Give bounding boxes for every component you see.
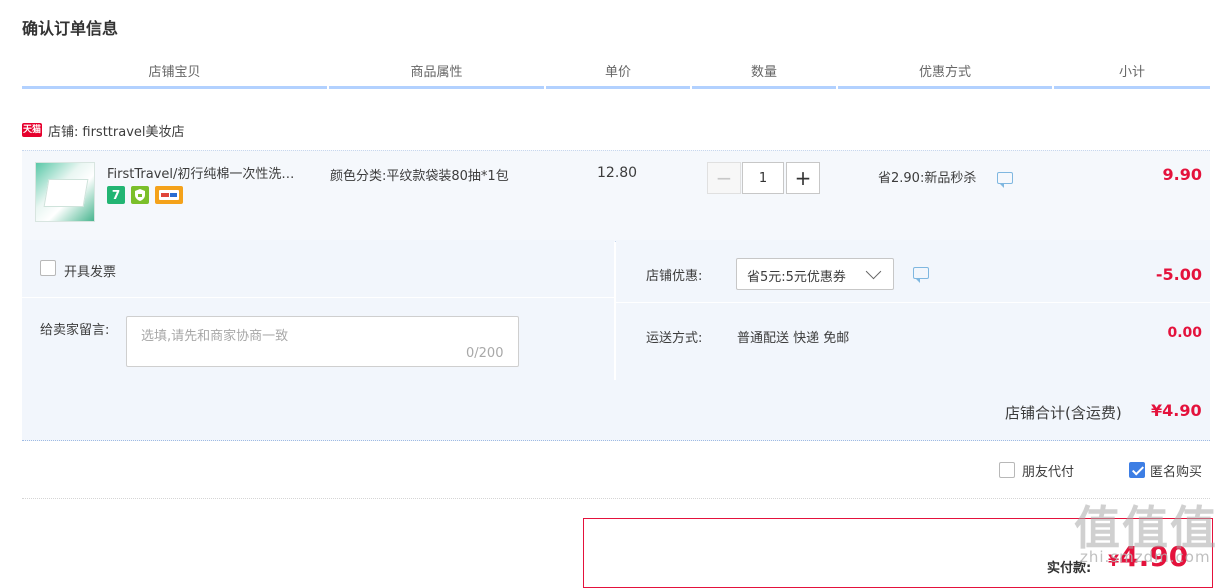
shop-row: 天猫 店铺: firsttravel美妆店 bbox=[22, 120, 185, 140]
item-unit-price: 12.80 bbox=[597, 165, 638, 181]
order-summary-panel bbox=[616, 240, 1210, 380]
invoice-checkbox[interactable] bbox=[40, 260, 56, 276]
product-thumbnail[interactable] bbox=[35, 162, 95, 222]
item-title-link[interactable]: FirstTravel/初行纯棉一次性洗… bbox=[107, 163, 294, 182]
quantity-increase-button[interactable]: + bbox=[786, 162, 820, 194]
column-header-discount: 优惠方式 bbox=[838, 64, 1052, 89]
message-char-count: 0/200 bbox=[466, 346, 504, 361]
shop-discount-amount: -5.00 bbox=[1155, 265, 1202, 284]
item-sku: 颜色分类:平纹款袋装80抽*1包 bbox=[330, 169, 509, 184]
watermark-url: zhi.smzdm.com bbox=[1080, 548, 1211, 566]
column-header-attributes: 商品属性 bbox=[329, 64, 544, 89]
item-subtotal: 9.90 bbox=[1162, 165, 1202, 184]
divider bbox=[616, 302, 1210, 303]
shop-total-label: 店铺合计(含运费) bbox=[1005, 404, 1122, 422]
friend-pay-checkbox[interactable] bbox=[999, 462, 1015, 478]
item-promotion: 省2.90:新品秒杀 bbox=[878, 171, 977, 186]
anonymous-label: 匿名购买 bbox=[1150, 464, 1203, 480]
coupon-chat-icon[interactable] bbox=[913, 267, 929, 283]
column-header-price: 单价 bbox=[546, 64, 690, 89]
column-header-subtotal: 小计 bbox=[1054, 64, 1210, 89]
quantity-input[interactable] bbox=[742, 162, 784, 194]
shop-discount-label: 店铺优惠: bbox=[646, 269, 703, 284]
shipping-fee: 0.00 bbox=[1167, 325, 1202, 341]
shipping-label: 运送方式: bbox=[646, 331, 703, 346]
guarantee-shield-icon bbox=[131, 186, 149, 204]
credit-card-icon bbox=[155, 186, 183, 204]
divider bbox=[22, 297, 614, 298]
column-header-quantity: 数量 bbox=[692, 64, 836, 89]
seven-day-return-icon: 7 bbox=[107, 186, 125, 204]
anonymous-option[interactable]: 匿名购买 bbox=[1129, 460, 1202, 480]
invoice-label: 开具发票 bbox=[64, 265, 117, 280]
page-title: 确认订单信息 bbox=[22, 19, 119, 38]
friend-pay-option[interactable]: 朋友代付 bbox=[999, 460, 1074, 480]
shipping-method: 普通配送 快递 免邮 bbox=[737, 331, 850, 346]
seller-message-placeholder: 选填,请先和商家协商一致 bbox=[141, 329, 289, 344]
shop-total-value: ¥4.90 bbox=[1151, 401, 1202, 420]
tmall-icon: 天猫 bbox=[22, 123, 42, 137]
promotion-chat-icon[interactable] bbox=[997, 172, 1013, 188]
column-header-shop-item: 店铺宝贝 bbox=[22, 64, 327, 89]
anonymous-checkbox[interactable] bbox=[1129, 462, 1145, 478]
quantity-decrease-button[interactable]: − bbox=[707, 162, 741, 194]
message-label: 给卖家留言: bbox=[40, 323, 110, 338]
shop-name[interactable]: firsttravel美妆店 bbox=[82, 121, 184, 140]
coupon-selected-value: 省5元:5元优惠券 bbox=[747, 270, 846, 285]
friend-pay-label: 朋友代付 bbox=[1022, 464, 1075, 480]
divider bbox=[22, 498, 1210, 500]
shop-label: 店铺: bbox=[48, 124, 79, 140]
